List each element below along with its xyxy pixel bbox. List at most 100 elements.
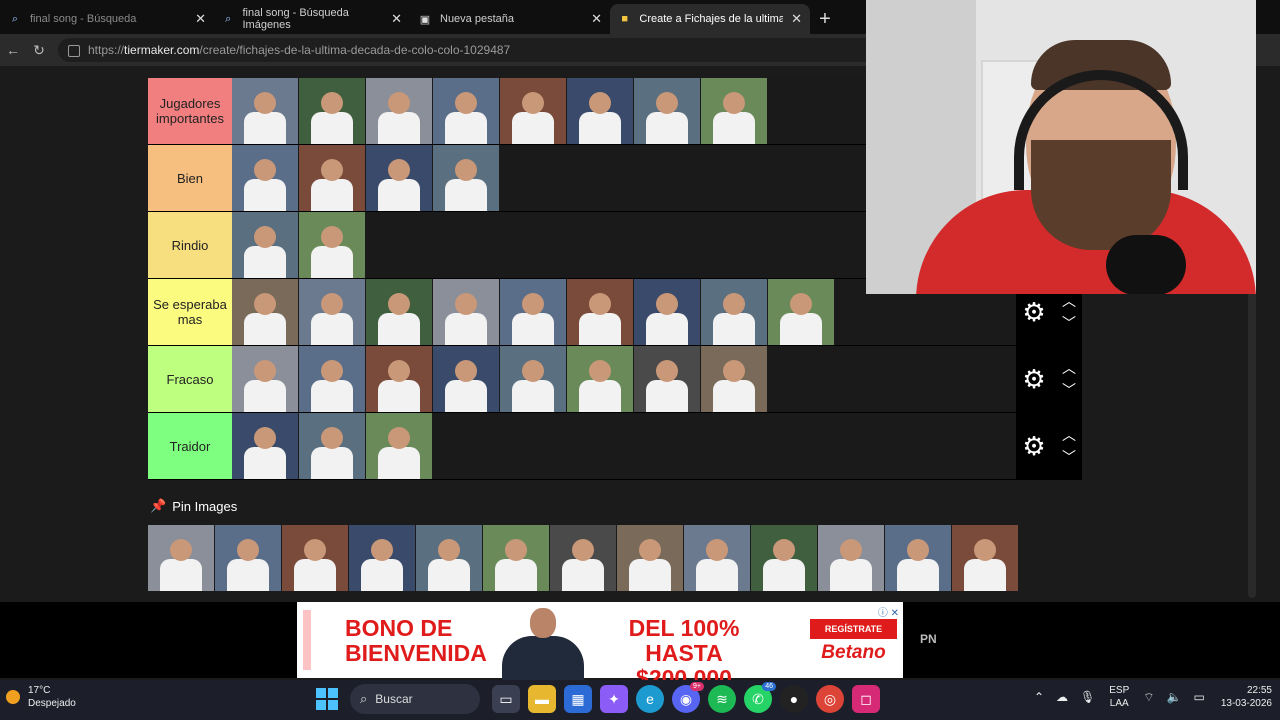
player-image[interactable]	[349, 525, 415, 591]
player-image[interactable]	[701, 78, 767, 144]
player-image[interactable]	[366, 78, 432, 144]
player-image[interactable]	[232, 346, 298, 412]
player-image[interactable]	[634, 346, 700, 412]
move-down-icon[interactable]: ﹀	[1062, 446, 1076, 468]
player-image[interactable]	[684, 525, 750, 591]
player-image[interactable]	[433, 145, 499, 211]
player-image[interactable]	[232, 78, 298, 144]
player-image[interactable]	[500, 346, 566, 412]
player-image[interactable]	[567, 78, 633, 144]
move-up-icon[interactable]: ︿	[1062, 357, 1076, 379]
ad-info-icon[interactable]: ⓘ ✕	[878, 604, 899, 619]
clock[interactable]: 22:55 13-03-2026	[1221, 684, 1272, 710]
player-image[interactable]	[232, 279, 298, 345]
player-image[interactable]	[366, 413, 432, 479]
player-image[interactable]	[366, 279, 432, 345]
player-image[interactable]	[299, 145, 365, 211]
tab-tiermaker[interactable]: ■ Create a Fichajes de la ultima deca ✕	[610, 4, 810, 34]
player-image[interactable]	[567, 346, 633, 412]
tier-items[interactable]	[232, 413, 1016, 479]
player-image[interactable]	[818, 525, 884, 591]
cloud-icon[interactable]: ☁	[1056, 690, 1068, 704]
player-image[interactable]	[433, 279, 499, 345]
player-image[interactable]	[215, 525, 281, 591]
player-image[interactable]	[433, 78, 499, 144]
close-icon[interactable]: ✕	[383, 11, 402, 27]
store-icon[interactable]: ▦	[564, 685, 592, 713]
player-image[interactable]	[299, 346, 365, 412]
gear-icon[interactable]: ⚙	[1020, 431, 1048, 462]
player-image[interactable]	[751, 525, 817, 591]
tab-search[interactable]: ⌕ final song - Búsqueda ✕	[0, 4, 214, 34]
discord-icon[interactable]: ◉ 9+	[672, 682, 704, 713]
tier-label[interactable]: Jugadores importantes	[148, 78, 232, 144]
ad-register-button[interactable]: REGÍSTRATE	[810, 619, 897, 639]
tier-label[interactable]: Fracaso	[148, 346, 232, 412]
copilot-icon[interactable]: ✦	[600, 685, 628, 713]
obs-icon[interactable]: ●	[780, 685, 808, 713]
instagram-icon[interactable]: ◻	[852, 685, 880, 713]
player-image[interactable]	[500, 279, 566, 345]
task-view-icon[interactable]: ▭	[492, 685, 520, 713]
player-image[interactable]	[433, 346, 499, 412]
player-image[interactable]	[299, 413, 365, 479]
url-field[interactable]: https://tiermaker.com/create/fichajes-de…	[58, 38, 878, 62]
player-image[interactable]	[617, 525, 683, 591]
move-up-icon[interactable]: ︿	[1062, 424, 1076, 446]
player-image[interactable]	[299, 78, 365, 144]
player-image[interactable]	[952, 525, 1018, 591]
tier-label[interactable]: Bien	[148, 145, 232, 211]
player-image[interactable]	[232, 212, 298, 278]
wifi-icon[interactable]: ⌔	[1143, 690, 1154, 705]
player-image[interactable]	[701, 346, 767, 412]
player-image[interactable]	[701, 279, 767, 345]
ad-banner[interactable]: BONO DE BIENVENIDA DEL 100% HASTA $200.0…	[297, 602, 903, 691]
player-image[interactable]	[366, 346, 432, 412]
player-image[interactable]	[500, 78, 566, 144]
reload-icon[interactable]: ↻	[26, 42, 52, 59]
edge-icon[interactable]: e	[636, 685, 664, 713]
file-explorer-icon[interactable]: ▬	[528, 685, 556, 713]
back-icon[interactable]: ←	[0, 42, 26, 58]
move-down-icon[interactable]: ﹀	[1062, 379, 1076, 401]
tier-label[interactable]: Traidor	[148, 413, 232, 479]
tier-items[interactable]	[232, 346, 1016, 412]
microphone-icon[interactable]: 🎙	[1080, 690, 1095, 704]
close-icon[interactable]: ✕	[583, 11, 602, 27]
volume-icon[interactable]: 🔈	[1167, 690, 1182, 704]
close-icon[interactable]: ✕	[783, 11, 802, 27]
tier-label[interactable]: Se esperaba mas	[148, 279, 232, 345]
player-image[interactable]	[282, 525, 348, 591]
whatsapp-icon[interactable]: ✆ 46	[744, 682, 776, 713]
player-image[interactable]	[416, 525, 482, 591]
chevron-up-icon[interactable]: ⌃	[1034, 690, 1044, 704]
spotify-icon[interactable]: ≋	[708, 685, 736, 713]
player-image[interactable]	[483, 525, 549, 591]
taskbar-search[interactable]: ⌕ Buscar	[350, 684, 480, 714]
gear-icon[interactable]: ⚙	[1020, 297, 1048, 328]
player-image[interactable]	[232, 145, 298, 211]
player-image[interactable]	[885, 525, 951, 591]
player-image[interactable]	[567, 279, 633, 345]
player-image[interactable]	[768, 279, 834, 345]
tier-label[interactable]: Rindio	[148, 212, 232, 278]
player-image[interactable]	[550, 525, 616, 591]
tab-image-search[interactable]: ⌕ final song - Búsqueda Imágenes ✕	[214, 4, 410, 34]
close-icon[interactable]: ✕	[187, 11, 206, 27]
player-image[interactable]	[148, 525, 214, 591]
player-image[interactable]	[634, 279, 700, 345]
player-image[interactable]	[299, 212, 365, 278]
chrome-icon[interactable]: ◎	[816, 685, 844, 713]
player-image[interactable]	[232, 413, 298, 479]
gear-icon[interactable]: ⚙	[1020, 364, 1048, 395]
tab-new-tab[interactable]: ▣ Nueva pestaña ✕	[410, 4, 610, 34]
weather-widget[interactable]: 17°C Despejado	[6, 684, 76, 710]
move-down-icon[interactable]: ﹀	[1062, 312, 1076, 334]
start-icon[interactable]	[316, 688, 338, 710]
site-info-icon[interactable]	[68, 45, 80, 57]
player-image[interactable]	[299, 279, 365, 345]
battery-icon[interactable]: ▭	[1194, 690, 1205, 704]
language-indicator[interactable]: ESP LAA	[1109, 684, 1129, 710]
player-image[interactable]	[634, 78, 700, 144]
player-image[interactable]	[366, 145, 432, 211]
